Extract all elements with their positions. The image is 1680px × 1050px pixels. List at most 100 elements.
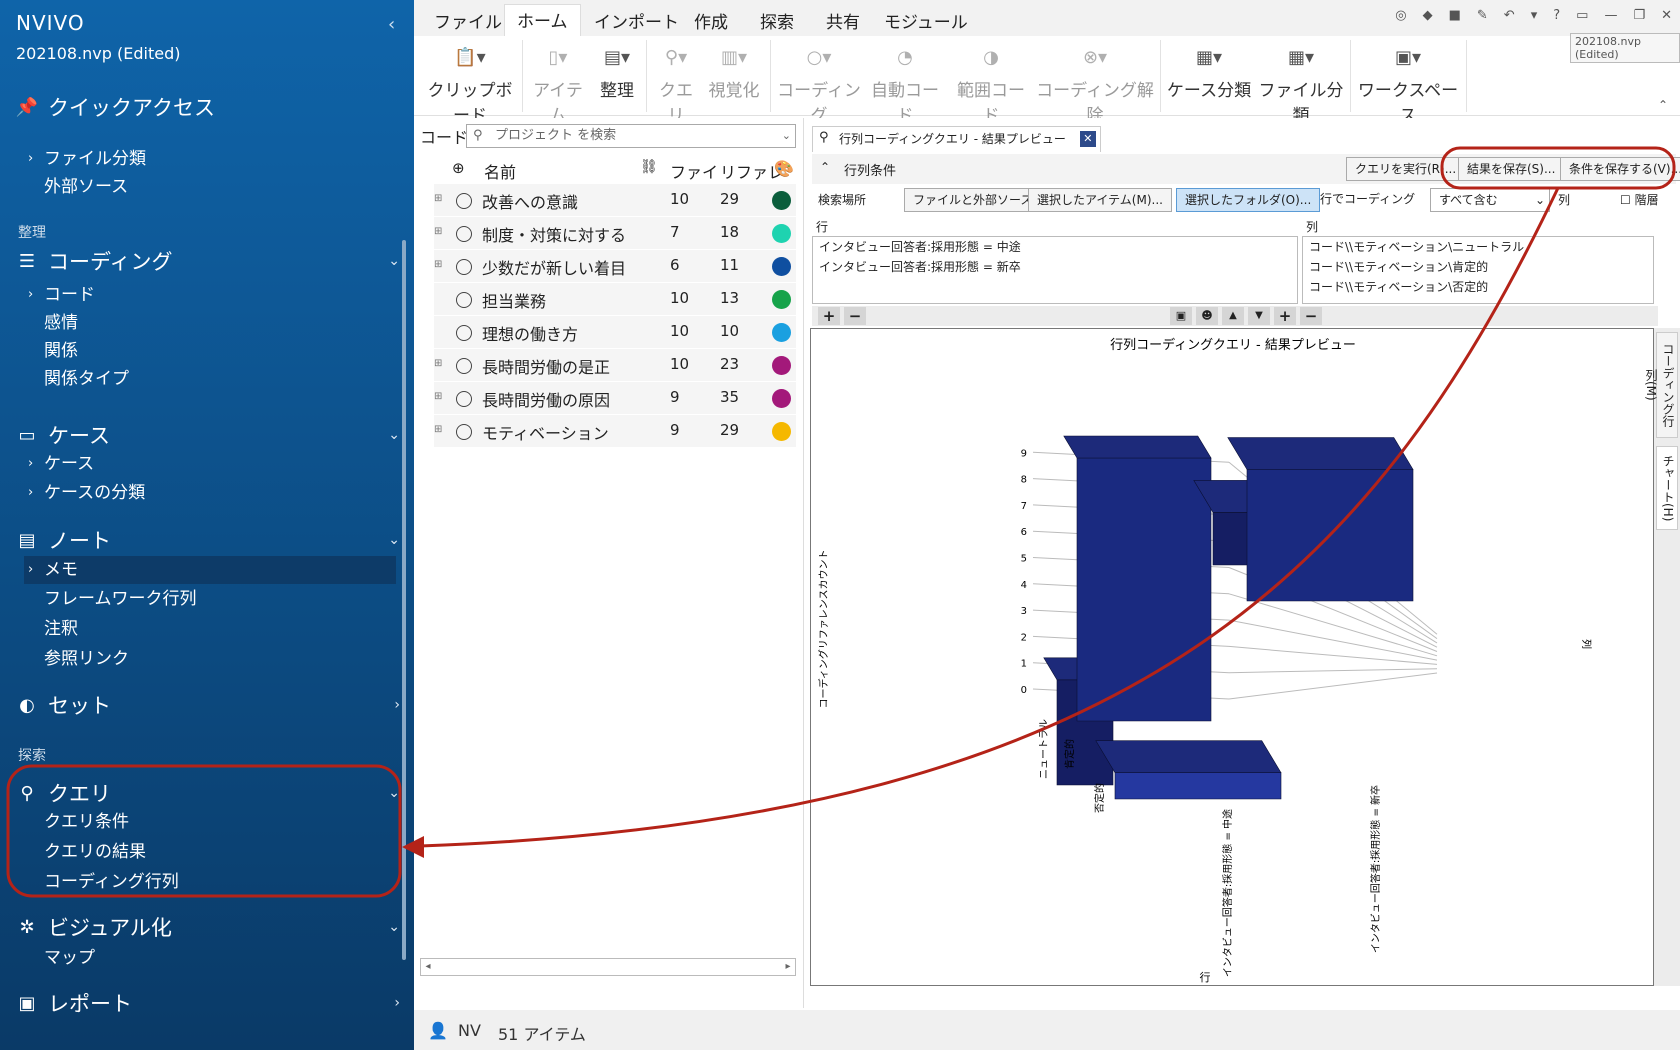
collapse-sidebar-icon[interactable]: ‹ [388, 14, 395, 35]
clipboard-button[interactable]: 📋▾ クリップボード [424, 44, 516, 126]
expand-icon[interactable]: ⊞ [434, 424, 444, 435]
sidebar-item-relationships[interactable]: 関係 [24, 337, 396, 365]
save-criteria-button[interactable]: 条件を保存する(V)... [1560, 157, 1680, 181]
remove-column-icon[interactable]: − [1300, 307, 1322, 325]
list-item[interactable]: コード\\モティベーション\ニュートラル [1303, 237, 1653, 257]
organize-button[interactable]: ▤▾ 整理 [594, 44, 640, 101]
sidebar-item-maps[interactable]: マップ [24, 944, 396, 972]
query-header[interactable]: ⚲ クエリ ⌄ [16, 778, 400, 808]
coding-button[interactable]: ○▾ コーディング [776, 44, 862, 126]
add-row-icon[interactable]: + [818, 307, 840, 325]
palette-icon[interactable]: 🎨 [774, 159, 794, 178]
files-column-header[interactable]: ファイ [670, 159, 718, 183]
expand-icon[interactable]: ⊞ [434, 193, 444, 204]
save-icon[interactable]: ■ [1449, 8, 1461, 23]
move-down-icon[interactable]: ▼ [1248, 307, 1270, 325]
reports-header[interactable]: ▣ レポート › [16, 988, 400, 1018]
sidebar-item-case-classification[interactable]: › ケースの分類 [24, 479, 396, 507]
hierarchy-checkbox[interactable]: ☐ 階層 [1620, 191, 1659, 208]
sidebar-item-memos[interactable]: › メモ [24, 556, 396, 584]
undo-icon[interactable]: ↶ [1504, 8, 1515, 23]
radio-icon[interactable] [456, 358, 472, 374]
sidebar-item-query-results[interactable]: クエリの結果 [24, 838, 396, 866]
help-icon[interactable]: ? [1553, 8, 1560, 23]
sidebar-item-codes[interactable]: › コード [24, 281, 396, 309]
code-row[interactable]: ⊞ 長時間労働の是正 10 23 [434, 349, 796, 382]
code-row[interactable]: 理想の働き方 10 10 [434, 316, 796, 349]
code-row[interactable]: ⊞ モティベーション 9 29 [434, 415, 796, 448]
code-row[interactable]: 担当業務 10 13 [434, 283, 796, 316]
notes-header[interactable]: ▤ ノート ⌄ [16, 525, 400, 555]
minimize-icon[interactable]: — [1604, 8, 1617, 23]
menu-create[interactable]: 作成 [682, 6, 740, 35]
list-item[interactable]: コード\\モティベーション\否定的 [1303, 277, 1653, 297]
range-code-button[interactable]: ◑ 範囲コード [950, 44, 1032, 126]
scroll-left-icon[interactable]: ◂ [421, 959, 435, 975]
close-tab-icon[interactable]: ✕ [1079, 131, 1096, 147]
expand-icon[interactable]: ⊞ [434, 226, 444, 237]
close-icon[interactable]: ✕ [1661, 8, 1672, 23]
radio-icon[interactable] [456, 259, 472, 275]
restore-icon[interactable]: ❐ [1633, 8, 1645, 23]
sidebar-item-framework-matrices[interactable]: フレームワーク行列 [24, 585, 396, 613]
account-icon[interactable]: ◎ [1395, 8, 1406, 23]
collapse-criteria-icon[interactable]: ⌃ [820, 160, 830, 174]
selected-folders-button[interactable]: 選択したフォルダ(O)... [1176, 188, 1321, 212]
horizontal-scrollbar[interactable]: ◂ ▸ [420, 958, 796, 976]
columns-list[interactable]: コード\\モティベーション\ニュートラル コード\\モティベーション\肯定的 コ… [1302, 236, 1654, 304]
sidebar-item-cases[interactable]: › ケース [24, 450, 396, 478]
chart-area[interactable]: 行列コーディングクエリ - 結果プレビュー 0 1 2 3 4 5 6 7 8 9 コーディングリファ… [810, 328, 1654, 986]
coding-header[interactable]: ☰ コーディング ⌄ [16, 246, 400, 276]
tab-matrix-query[interactable]: ⚲ 行列コーディングクエリ - 結果プレビュー ✕ [812, 126, 1101, 152]
radio-icon[interactable] [456, 292, 472, 308]
tab-chart[interactable]: チャート(H) [1656, 446, 1678, 530]
sets-header[interactable]: ◐ セット › [16, 690, 400, 720]
radio-icon[interactable] [456, 424, 472, 440]
menu-file[interactable]: ファイル [422, 6, 514, 35]
sidebar-item-see-also-links[interactable]: 参照リンク [24, 645, 396, 673]
project-search-input[interactable]: ⚲ プロジェクト を検索 ⌄ [466, 124, 796, 148]
scroll-right-icon[interactable]: ▸ [781, 959, 795, 975]
feedback-icon[interactable]: ▭ [1576, 8, 1588, 23]
code-row[interactable]: ⊞ 長時間労働の原因 9 35 [434, 382, 796, 415]
code-row[interactable]: ⊞ 改善への意識 10 29 [434, 184, 796, 217]
radio-icon[interactable] [456, 193, 472, 209]
cases-header[interactable]: ▭ ケース ⌄ [16, 420, 400, 450]
sidebar-item-external-sources[interactable]: 外部ソース [24, 173, 396, 201]
list-item[interactable]: コード\\モティベーション\肯定的 [1303, 257, 1653, 277]
sidebar-item-file-classification[interactable]: › ファイル分類 [24, 145, 396, 173]
expand-icon[interactable]: ⊞ [434, 358, 444, 369]
list-item[interactable]: インタビュー回答者:採用形態 = 中途 [813, 237, 1297, 257]
add-column-icon[interactable]: + [1274, 307, 1296, 325]
sidebar-item-coding-matrices[interactable]: コーディング行列 [24, 868, 396, 896]
menu-import[interactable]: インポート [582, 6, 691, 35]
collapse-ribbon-icon[interactable]: ⌃ [1658, 98, 1668, 112]
menu-modules[interactable]: モジュール [872, 6, 980, 35]
selected-items-button[interactable]: 選択したアイテム(M)... [1028, 188, 1172, 212]
radio-icon[interactable] [456, 325, 472, 341]
radio-icon[interactable] [456, 226, 472, 242]
coding-select[interactable]: すべて含む ⌄ [1430, 188, 1550, 212]
menu-explore[interactable]: 探索 [748, 6, 806, 35]
filter-icon[interactable]: ▣ [1170, 307, 1192, 325]
workspace-button[interactable]: ▣▾ ワークスペース [1356, 44, 1460, 126]
user-icon[interactable]: ☻ [1196, 307, 1218, 325]
item-button[interactable]: ▯▾ アイテム [528, 44, 588, 126]
visualize-button[interactable]: ▥▾ 視覚化 [704, 44, 764, 101]
case-classification-button[interactable]: ▦▾ ケース分類 [1166, 44, 1252, 101]
query-button[interactable]: ⚲▾ クエリ [652, 44, 700, 126]
run-query-button[interactable]: クエリを実行(R)... [1346, 157, 1466, 181]
file-classification-button[interactable]: ▦▾ ファイル分類 [1256, 44, 1346, 126]
rows-list[interactable]: インタビュー回答者:採用形態 = 中途 インタビュー回答者:採用形態 = 新卒 [812, 236, 1298, 304]
code-row[interactable]: ⊞ 制度・対策に対する 7 18 [434, 217, 796, 250]
sidebar-item-queries[interactable]: クエリ条件 [24, 808, 396, 836]
expand-icon[interactable]: ⊞ [434, 259, 444, 270]
save-results-button[interactable]: 結果を保存(S)... [1458, 157, 1565, 181]
radio-icon[interactable] [456, 391, 472, 407]
menu-share[interactable]: 共有 [814, 6, 872, 35]
expand-icon[interactable]: ⊞ [434, 391, 444, 402]
sidebar-item-relationship-types[interactable]: 関係タイプ [24, 365, 396, 393]
menu-home[interactable]: ホーム [504, 4, 581, 36]
files-externals-button[interactable]: ファイルと外部ソース [904, 188, 1042, 212]
code-row[interactable]: ⊞ 少数だが新しい着目 6 11 [434, 250, 796, 283]
